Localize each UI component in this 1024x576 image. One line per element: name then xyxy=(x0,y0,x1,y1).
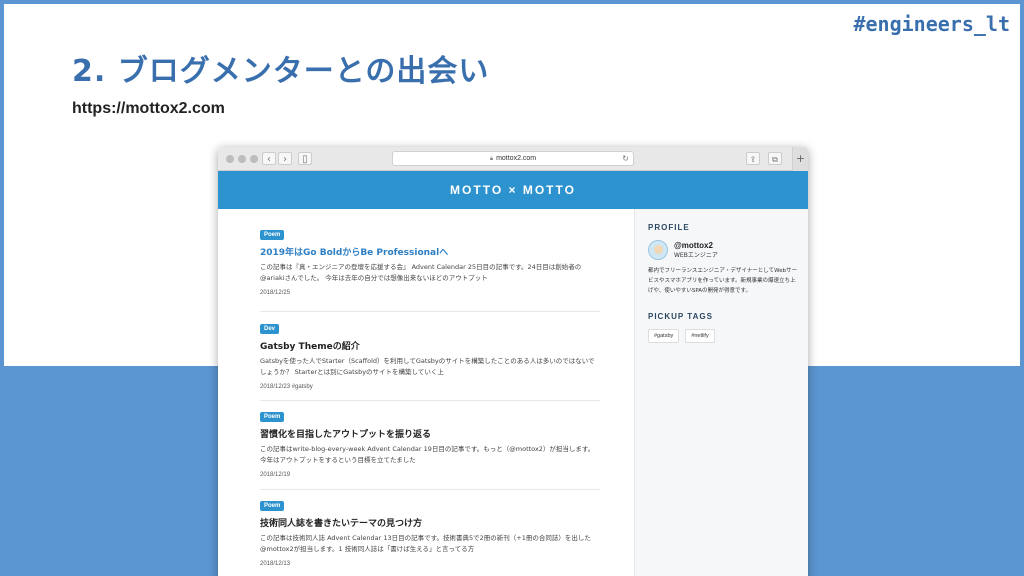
post-list: Poem 2019年はGo BoldからBe Professionalへ この記… xyxy=(218,209,634,576)
post-divider xyxy=(260,311,600,312)
post-excerpt: この記事は技術同人誌 Advent Calendar 13日目の記事です。技術書… xyxy=(260,534,591,553)
minimize-window-button[interactable] xyxy=(238,155,246,163)
post-excerpt: この記事は『真・エンジニアの登壇を応援する会』 Advent Calendar … xyxy=(260,263,582,282)
post-meta: 2018/12/25 xyxy=(260,290,291,296)
post-category-badge[interactable]: Poem xyxy=(260,501,285,511)
slide-url[interactable]: https://mottox2.com xyxy=(72,100,225,118)
tag-chip-gatsby[interactable]: #gatsby xyxy=(648,329,680,343)
post-item: Poem 2019年はGo BoldからBe Professionalへ この記… xyxy=(260,221,600,296)
browser-window: ‹ › ▯ 🔒︎ mottox2.com ↻ ⇪ ⧉ + MOTTO × MOTT… xyxy=(218,147,808,576)
post-meta: 2018/12/23 #gatsby xyxy=(260,384,313,390)
post-item: Dev Gatsby Themeの紹介 Gatsbyを使った人でStarter（… xyxy=(260,315,600,390)
post-item: Poem 習慣化を目指したアウトプットを振り返る この記事はwrite-blog… xyxy=(260,403,600,478)
reload-icon[interactable]: ↻ xyxy=(622,152,629,165)
post-divider xyxy=(260,489,600,490)
tag-chip-netlify[interactable]: #netlify xyxy=(685,329,715,343)
post-item: Poem 技術同人誌を書きたいテーマの見つけ方 この記事は技術同人誌 Adven… xyxy=(260,492,600,567)
tabs-icon[interactable]: ⧉ xyxy=(768,152,782,165)
post-meta: 2018/12/13 xyxy=(260,561,291,567)
site-sidebar: PROFILE @mottox2 WEBエンジニア 都内でフリーランスエンジニア… xyxy=(634,209,808,576)
post-title[interactable]: 2019年はGo BoldからBe Professionalへ xyxy=(260,245,600,258)
close-window-button[interactable] xyxy=(226,155,234,163)
profile-name[interactable]: @mottox2 xyxy=(674,241,718,250)
chevron-left-icon[interactable]: ‹ xyxy=(262,152,276,165)
post-title[interactable]: 技術同人誌を書きたいテーマの見つけ方 xyxy=(260,516,600,529)
avatar xyxy=(648,240,668,260)
browser-toolbar: ‹ › ▯ 🔒︎ mottox2.com ↻ ⇪ ⧉ + xyxy=(218,147,808,171)
chevron-right-icon[interactable]: › xyxy=(278,152,292,165)
post-meta: 2018/12/19 xyxy=(260,472,291,478)
address-bar[interactable]: 🔒︎ mottox2.com ↻ xyxy=(392,151,634,166)
slide-title: 2. ブログメンターとの出会い xyxy=(72,54,490,89)
profile-heading: PROFILE xyxy=(648,223,690,232)
site-header[interactable]: MOTTO × MOTTO xyxy=(218,171,808,209)
post-category-badge[interactable]: Poem xyxy=(260,230,285,240)
post-excerpt: Gatsbyを使った人でStarter（Scaffold）を利用してGatsby… xyxy=(260,357,595,376)
post-title[interactable]: Gatsby Themeの紹介 xyxy=(260,339,600,352)
profile-role: WEBエンジニア xyxy=(674,252,718,259)
post-category-badge[interactable]: Poem xyxy=(260,412,285,422)
lock-icon: 🔒︎ xyxy=(489,156,494,162)
sidebar-icon[interactable]: ▯ xyxy=(298,152,312,165)
profile-card: @mottox2 WEBエンジニア xyxy=(648,240,808,260)
address-text: mottox2.com xyxy=(496,155,537,162)
post-title[interactable]: 習慣化を目指したアウトプットを振り返る xyxy=(260,427,600,440)
share-icon[interactable]: ⇪ xyxy=(746,152,760,165)
tag-list: #gatsby #netlify xyxy=(648,329,808,343)
post-divider xyxy=(260,400,600,401)
zoom-window-button[interactable] xyxy=(250,155,258,163)
new-tab-button[interactable]: + xyxy=(792,147,808,171)
hashtag-label: #engineers_lt xyxy=(853,12,1010,36)
profile-bio: 都内でフリーランスエンジニア・デザイナーとしてWebサービスやスマホアプリを作っ… xyxy=(648,268,798,294)
site-content: Poem 2019年はGo BoldからBe Professionalへ この記… xyxy=(218,209,808,576)
pickup-tags-heading: PICKUP TAGS xyxy=(648,312,713,321)
post-excerpt: この記事はwrite-blog-every-week Advent Calend… xyxy=(260,445,595,464)
post-category-badge[interactable]: Dev xyxy=(260,324,280,334)
